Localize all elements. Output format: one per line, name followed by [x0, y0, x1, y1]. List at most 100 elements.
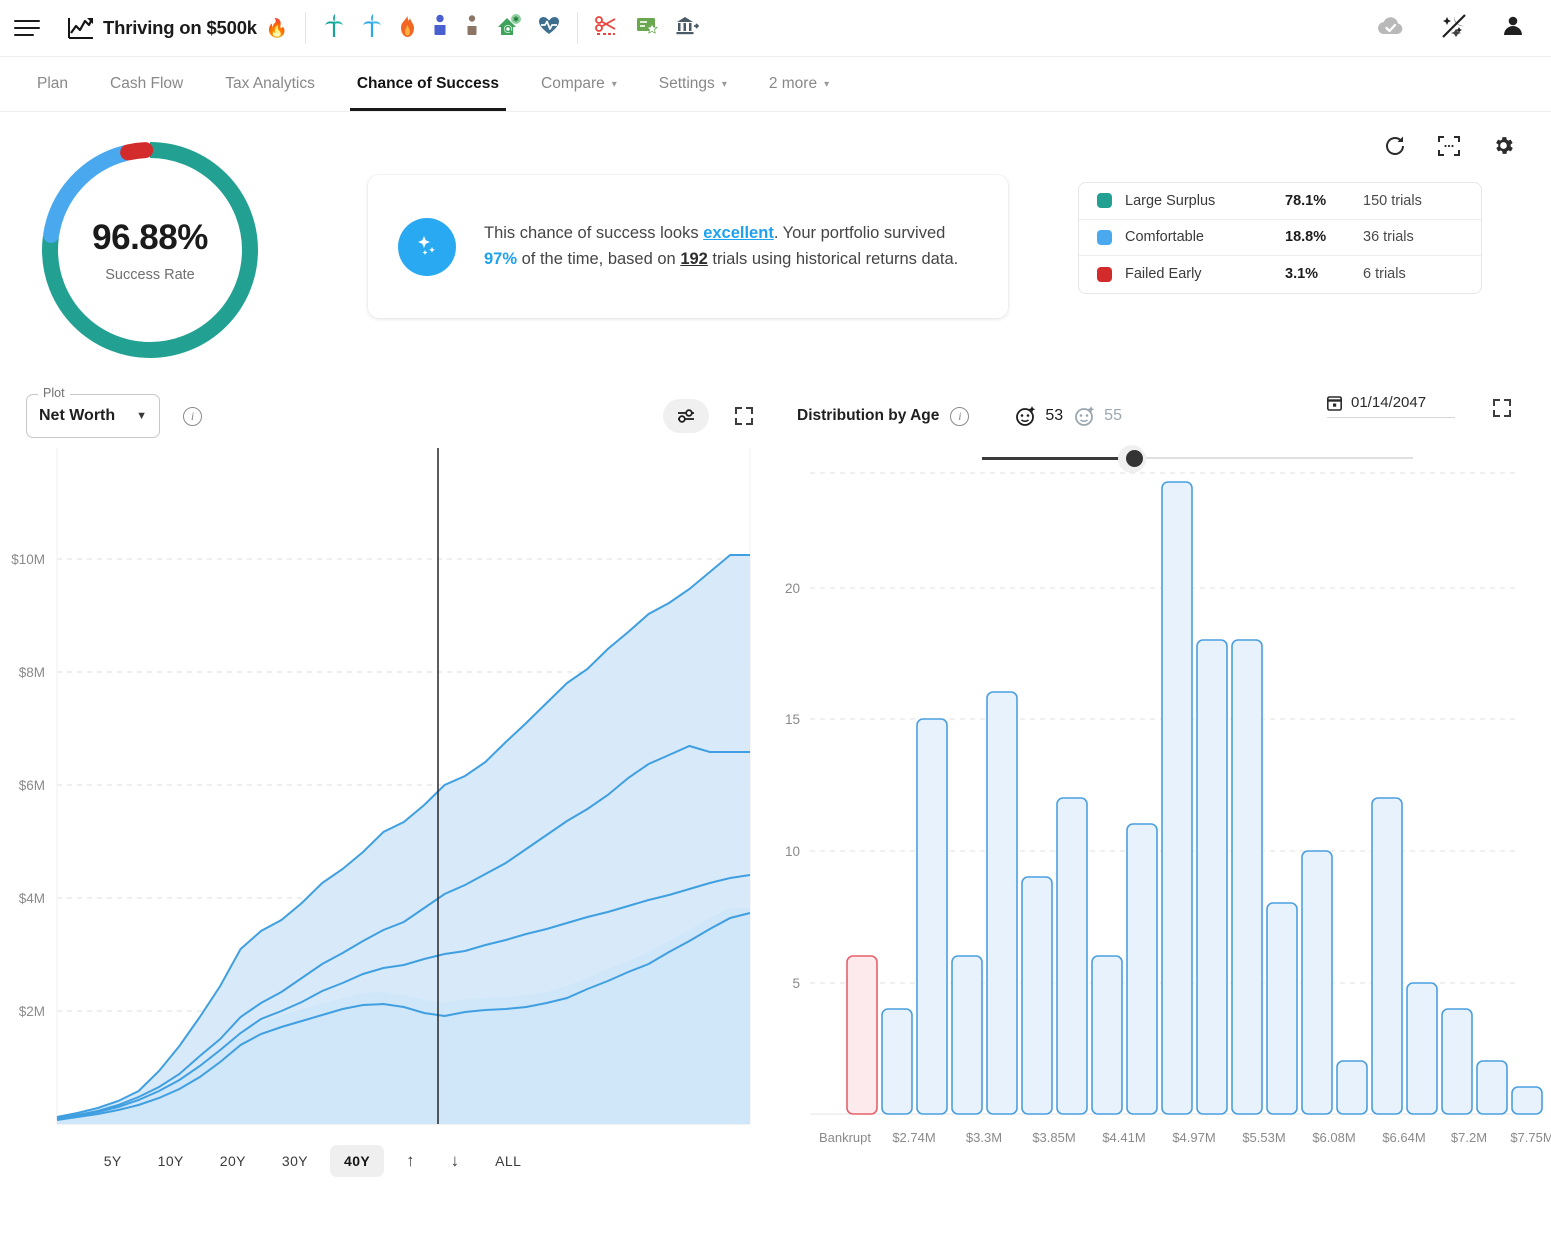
range-10y[interactable]: 10Y — [144, 1145, 198, 1177]
svg-text:$7.2M: $7.2M — [1451, 1130, 1487, 1145]
net-worth-fullscreen-icon[interactable] — [735, 407, 753, 425]
bar[interactable] — [1336, 1060, 1368, 1115]
bar[interactable] — [1091, 955, 1123, 1115]
bar-bankrupt[interactable] — [846, 955, 878, 1115]
tab-compare[interactable]: Compare ▾ — [520, 57, 638, 111]
tab-label: Settings — [658, 75, 715, 92]
tab-plan[interactable]: Plan — [16, 57, 89, 111]
range-30y[interactable]: 30Y — [268, 1145, 322, 1177]
settings-gear-button[interactable] — [1492, 134, 1515, 162]
tab-settings[interactable]: Settings ▾ — [638, 57, 748, 111]
svg-text:$4.97M: $4.97M — [1172, 1130, 1215, 1145]
account-avatar-icon[interactable] — [1501, 14, 1525, 42]
age-secondary-value: 55 — [1104, 407, 1122, 424]
svg-text:$10M: $10M — [11, 552, 45, 567]
tab-label: Chance of Success — [356, 75, 500, 92]
excellent-link[interactable]: excellent — [703, 224, 774, 242]
bar[interactable] — [1511, 1086, 1543, 1115]
plot-actions — [663, 399, 775, 433]
legend-row-comfortable[interactable]: Comfortable 18.8% 36 trials — [1079, 220, 1481, 256]
tab-more[interactable]: 2 more ▾ — [748, 57, 850, 111]
plot-select-value: Net Worth — [39, 407, 116, 424]
person-brown-icon[interactable] — [464, 14, 480, 42]
tab-cash-flow[interactable]: Cash Flow — [89, 57, 204, 111]
tab-label: Tax Analytics — [225, 75, 315, 92]
success-rate-value: 96.88% — [92, 217, 208, 257]
bar[interactable] — [1161, 481, 1193, 1115]
distribution-title: Distribution by Age — [797, 407, 940, 424]
distribution-info-icon[interactable]: i — [950, 406, 970, 426]
plot-select[interactable]: Plot Net Worth ▼ — [26, 386, 160, 438]
legend-swatch — [1097, 229, 1112, 245]
plot-info-icon[interactable]: i — [183, 406, 202, 426]
svg-text:$2M: $2M — [19, 1004, 45, 1019]
distribution-fullscreen-icon[interactable] — [1493, 399, 1511, 417]
heart-pulse-icon[interactable] — [538, 16, 560, 40]
bar[interactable] — [1056, 797, 1088, 1115]
age-slider-thumb[interactable] — [1125, 450, 1143, 467]
svg-text:$6.08M: $6.08M — [1312, 1130, 1355, 1145]
bar[interactable] — [1476, 1060, 1508, 1115]
plot-controls: Plot Net Worth ▼ i — [0, 386, 775, 446]
scroll-down-arrow-icon[interactable]: ↓ — [437, 1145, 474, 1177]
fire-icon[interactable] — [399, 15, 416, 42]
age-primary-value: 53 — [1045, 407, 1064, 424]
projection-date[interactable]: 01/14/2047 — [1327, 394, 1455, 418]
svg-text:$6.64M: $6.64M — [1382, 1130, 1425, 1145]
legend-row-large-surplus[interactable]: Large Surplus 78.1% 150 trials — [1079, 183, 1481, 220]
palm-tree-teal-icon[interactable] — [323, 14, 345, 42]
tab-tax-analytics[interactable]: Tax Analytics — [204, 57, 336, 111]
bar[interactable] — [1196, 639, 1228, 1115]
range-5y[interactable]: 5Y — [90, 1145, 136, 1177]
bar[interactable] — [916, 718, 948, 1115]
bar[interactable] — [1231, 639, 1263, 1115]
range-40y[interactable]: 40Y — [330, 1145, 385, 1177]
bar[interactable] — [1406, 982, 1438, 1115]
tab-chance-of-success[interactable]: Chance of Success — [336, 57, 520, 111]
legend-label: Comfortable — [1125, 229, 1204, 246]
house-search-icon[interactable] — [496, 14, 522, 42]
distribution-panel: Distribution by Age i 53 55 01/14/2047 2… — [775, 386, 1551, 1177]
scroll-up-arrow-icon[interactable]: ↑ — [392, 1145, 429, 1177]
hamburger-menu-icon[interactable] — [14, 13, 44, 43]
face-primary-icon — [1016, 406, 1036, 426]
chart-top-actions — [1384, 134, 1515, 162]
bar[interactable] — [881, 1008, 913, 1115]
range-all[interactable]: ALL — [481, 1145, 535, 1177]
bar[interactable] — [1441, 1008, 1473, 1115]
legend-row-failed-early[interactable]: Failed Early 3.1% 6 trials — [1079, 256, 1481, 293]
scissors-icon[interactable] — [595, 15, 619, 41]
bank-exit-icon[interactable] — [675, 15, 700, 41]
bar[interactable] — [1126, 823, 1158, 1115]
certificate-icon[interactable] — [635, 15, 659, 41]
svg-text:20: 20 — [785, 581, 800, 596]
bar[interactable] — [1266, 902, 1298, 1115]
person-blue-icon[interactable] — [432, 14, 448, 42]
bar[interactable] — [1301, 850, 1333, 1115]
legend-swatch — [1097, 266, 1112, 282]
range-20y[interactable]: 20Y — [206, 1145, 260, 1177]
bar[interactable] — [986, 691, 1018, 1115]
flame-icon: 🔥 — [265, 17, 289, 38]
bar[interactable] — [951, 955, 983, 1115]
svg-text:$4.41M: $4.41M — [1102, 1130, 1145, 1145]
sliders-icon[interactable] — [663, 399, 709, 433]
chart-line-logo — [68, 18, 93, 39]
legend-label: Failed Early — [1125, 266, 1202, 283]
legend-trials: 36 trials — [1363, 229, 1414, 246]
x-axis-labels: Bankrupt $2.74M $3.3M $3.85M $4.41M $4.9… — [819, 1130, 1551, 1145]
cloud-saved-icon[interactable] — [1375, 14, 1407, 42]
net-worth-panel: Plot Net Worth ▼ i $10M $8M $6M $4M $2M … — [0, 386, 775, 1177]
trials-count: 192 — [680, 249, 708, 268]
bar[interactable] — [1021, 876, 1053, 1115]
bar[interactable] — [1371, 797, 1403, 1115]
chevron-down-icon: ▾ — [611, 78, 617, 90]
time-range-buttons: 5Y 10Y 20Y 30Y 40Y ↑ ↓ ALL — [0, 1145, 775, 1177]
chevron-down-icon: ▾ — [824, 78, 830, 90]
scan-fullscreen-button[interactable] — [1438, 135, 1460, 162]
age-slider[interactable] — [982, 445, 1413, 473]
legend-percent: 3.1% — [1285, 266, 1319, 283]
magic-wand-off-icon[interactable] — [1441, 13, 1467, 43]
palm-tree-blue-icon[interactable] — [361, 14, 383, 42]
refresh-button[interactable] — [1384, 135, 1406, 162]
